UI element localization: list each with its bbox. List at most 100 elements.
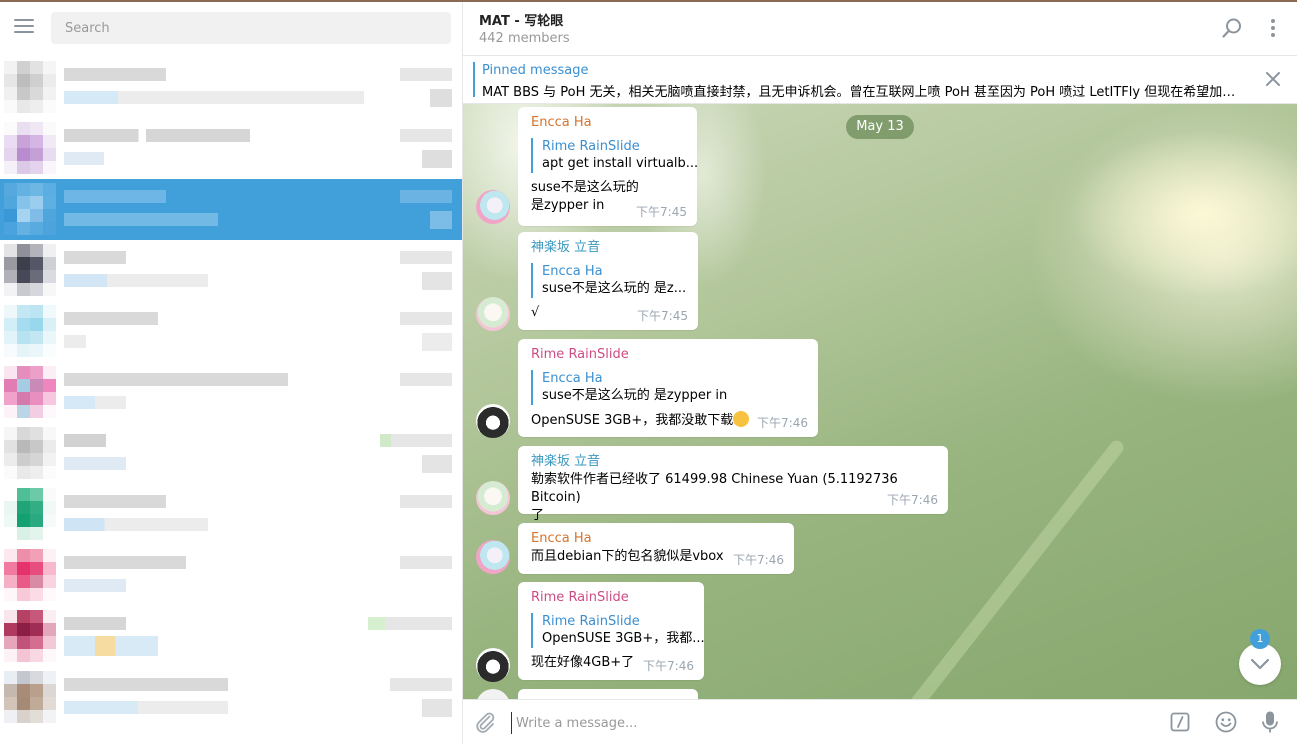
blurred-chat-name <box>64 251 126 264</box>
message-sender[interactable]: Rime RainSlide <box>531 346 805 364</box>
message-history[interactable]: May 13 Encca Ha Rime RainSlide apt get i… <box>463 104 1297 699</box>
blurred-chat-preview <box>64 335 86 348</box>
message-bubble[interactable]: Rime RainSlide Encca Ha suse不是这么玩的 是zypp… <box>518 339 818 437</box>
search-input[interactable] <box>51 12 451 44</box>
message-sender[interactable]: 神楽坂 立音 <box>531 453 935 471</box>
laughing-emoji-icon <box>733 411 750 427</box>
bot-commands-icon[interactable] <box>1170 712 1190 732</box>
chat-avatar-pixelated <box>4 549 56 601</box>
chat-list-item[interactable] <box>0 606 462 667</box>
message-time: 下午7:46 <box>643 659 694 673</box>
message-sender[interactable]: 神楽坂 立音 <box>531 239 685 257</box>
window-top-border <box>0 0 1297 2</box>
chat-avatar-pixelated <box>4 610 56 662</box>
message-text-content: OpenSUSE 3GB+，我都没敢下载 <box>531 413 734 428</box>
blurred-chat-badge <box>422 455 452 473</box>
chat-list-item[interactable] <box>0 484 462 545</box>
avatar[interactable] <box>476 689 510 699</box>
hamburger-menu-icon[interactable] <box>14 19 34 35</box>
blurred-chat-badge <box>422 699 452 717</box>
message-time: 下午7:46 <box>733 553 784 567</box>
blurred-chat-preview <box>64 91 364 104</box>
blurred-chat-time <box>400 190 452 203</box>
message-input[interactable] <box>511 712 1161 734</box>
reply-preview[interactable]: Rime RainSlide apt get install virtualb.… <box>531 138 699 173</box>
paperclip-attach-icon[interactable] <box>473 710 497 734</box>
pinned-message-text: MAT BBS 与 PoH 无关，相关无脑喷直接封禁，且无申诉机会。曾在互联网上… <box>482 85 1242 100</box>
message-time: 下午7:45 <box>637 309 688 323</box>
reply-text: suse不是这么玩的 是zypper in <box>542 388 728 403</box>
chat-list-item[interactable] <box>0 423 462 484</box>
avatar[interactable] <box>476 190 510 224</box>
more-vertical-icon[interactable] <box>1263 16 1283 40</box>
blurred-chat-time <box>390 678 452 691</box>
avatar[interactable] <box>476 481 510 515</box>
pinned-accent-bar <box>473 62 475 97</box>
avatar[interactable] <box>476 540 510 574</box>
member-count[interactable]: 442 members <box>479 31 570 46</box>
reply-sender: Rime RainSlide <box>542 614 640 629</box>
chat-avatar-pixelated <box>4 61 56 113</box>
blurred-chat-name <box>64 129 250 142</box>
blurred-chat-name <box>64 617 126 630</box>
blurred-chat-time <box>400 556 452 569</box>
chat-list-item[interactable] <box>0 667 462 728</box>
blurred-chat-time <box>400 68 452 81</box>
blurred-chat-name <box>64 373 288 386</box>
chat-list-item[interactable] <box>0 118 462 179</box>
pinned-message[interactable]: Pinned message MAT BBS 与 PoH 无关，相关无脑喷直接封… <box>463 56 1297 104</box>
message-bubble[interactable]: 神楽坂 立音 勒索软件作者已经收了 61499.98 Chinese Yuan … <box>518 446 948 523</box>
reply-preview[interactable]: Rime RainSlide OpenSUSE 3GB+，我都... <box>531 613 705 648</box>
message-sender[interactable]: Encca Ha <box>531 114 684 132</box>
chat-pane: MAT - 写轮眼 442 members Pinned message MAT… <box>463 0 1297 744</box>
message-bubble[interactable]: Encca Ha 而且debian下的包名貌似是vbox 下午7:46 <box>518 523 794 574</box>
pinned-message-label: Pinned message <box>482 63 589 78</box>
blurred-chat-badge <box>430 89 452 107</box>
message-sender[interactable]: Encca Ha <box>531 530 781 548</box>
emoji-icon[interactable] <box>1215 711 1237 733</box>
chat-list-item[interactable] <box>0 545 462 606</box>
reply-text: apt get install virtualb... <box>542 156 699 171</box>
blurred-chat-badge <box>422 333 452 351</box>
chat-avatar-pixelated <box>4 183 56 235</box>
blurred-chat-time <box>400 495 452 508</box>
avatar[interactable] <box>476 297 510 331</box>
microphone-icon[interactable] <box>1260 710 1280 734</box>
blurred-chat-time <box>380 434 452 447</box>
close-icon[interactable] <box>1264 70 1282 88</box>
blurred-chat-preview <box>64 396 126 409</box>
chat-avatar-pixelated <box>4 488 56 540</box>
chat-avatar-pixelated <box>4 244 56 296</box>
reply-preview[interactable]: Encca Ha suse不是这么玩的 是z... <box>531 263 686 298</box>
avatar[interactable] <box>476 404 510 438</box>
chat-list-item-active[interactable] <box>0 179 462 240</box>
message-bubble[interactable]: Encca Ha Rime RainSlide apt get install … <box>518 107 699 226</box>
date-separator: May 13 <box>846 115 914 139</box>
sidebar <box>0 0 463 744</box>
blurred-chat-preview <box>64 274 208 287</box>
blurred-chat-name <box>64 312 158 325</box>
blurred-chat-time <box>400 312 452 325</box>
message-bubble-partial[interactable] <box>518 689 698 699</box>
unread-count-badge[interactable]: 1 <box>1250 629 1270 649</box>
chat-list-item[interactable] <box>0 362 462 423</box>
blurred-chat-badge <box>430 211 452 229</box>
message-bubble[interactable]: 神楽坂 立音 Encca Ha suse不是这么玩的 是z... √ 下午7:4… <box>518 232 698 330</box>
chat-avatar-pixelated <box>4 305 56 357</box>
message-sender[interactable]: Rime RainSlide <box>531 589 691 607</box>
reply-text: OpenSUSE 3GB+，我都... <box>542 631 705 646</box>
chat-title[interactable]: MAT - 写轮眼 <box>479 10 563 29</box>
message-composer <box>463 699 1297 744</box>
avatar[interactable] <box>476 648 510 682</box>
reply-preview[interactable]: Encca Ha suse不是这么玩的 是zypper in <box>531 370 805 405</box>
search-icon[interactable] <box>1221 17 1243 39</box>
chat-list-item[interactable] <box>0 57 462 118</box>
message-bubble[interactable]: Rime RainSlide Rime RainSlide OpenSUSE 3… <box>518 582 705 680</box>
chat-list <box>0 57 462 728</box>
chat-header: MAT - 写轮眼 442 members <box>463 0 1297 56</box>
chat-list-item[interactable] <box>0 240 462 301</box>
chat-list-item[interactable] <box>0 301 462 362</box>
blurred-chat-time <box>368 617 452 630</box>
chat-avatar-pixelated <box>4 366 56 418</box>
scroll-to-bottom-button[interactable] <box>1239 643 1281 685</box>
